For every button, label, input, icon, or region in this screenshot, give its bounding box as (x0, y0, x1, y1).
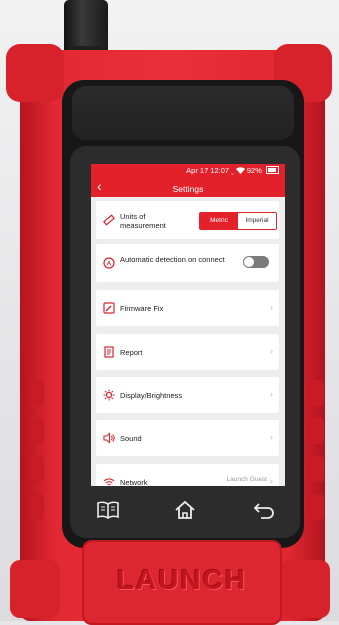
battery-icon (266, 166, 279, 174)
wifi-icon (103, 476, 115, 486)
wifi-icon (235, 166, 247, 175)
side-grip (310, 494, 324, 520)
app-header: Apr 17 12:07 ˬ 92% ‹ Settings (91, 164, 285, 197)
sound-row[interactable]: Sound › (96, 420, 279, 456)
status-bar: Apr 17 12:07 ˬ 92% (186, 166, 279, 175)
display-label: Display/Brightness (120, 391, 183, 400)
home-icon[interactable] (171, 496, 199, 524)
wrench-icon (103, 302, 115, 314)
brightness-icon (103, 389, 115, 401)
auto-detect-toggle[interactable] (243, 256, 269, 268)
units-segmented-control: Metric Imperial (199, 212, 277, 230)
report-label: Report (120, 348, 143, 357)
side-grip (30, 418, 44, 444)
side-grip (30, 456, 44, 482)
return-icon[interactable] (250, 496, 278, 524)
speaker-icon (103, 432, 115, 444)
hardware-keys (70, 486, 300, 538)
side-grip (310, 380, 324, 406)
corner-bumper-bottom-right (280, 560, 330, 618)
ruler-icon (103, 214, 115, 226)
book-icon[interactable] (94, 496, 122, 524)
imperial-option[interactable]: Imperial (238, 213, 276, 229)
status-datetime: Apr 17 12:07 (186, 166, 230, 175)
units-label: Units of measurement (120, 212, 166, 230)
svg-text:A: A (107, 261, 112, 268)
auto-detect-label: Automatic detection on connect (120, 255, 225, 264)
network-row[interactable]: Network Launch Guest › (96, 464, 279, 486)
corner-bumper-bottom-left (10, 560, 60, 618)
chevron-right-icon: › (270, 302, 273, 312)
auto-detect-row[interactable]: A Automatic detection on connect (96, 244, 279, 282)
units-row: Units of measurement Metric Imperial (96, 201, 279, 239)
speaker-panel (72, 86, 294, 140)
battery-percent: 92% (246, 166, 262, 175)
side-grip (30, 380, 44, 406)
metric-option[interactable]: Metric (200, 213, 238, 229)
network-label: Network (120, 478, 148, 486)
firmware-label: Firmware Fix (120, 304, 164, 313)
chevron-right-icon: › (270, 346, 273, 356)
side-grip (30, 494, 44, 520)
display-row[interactable]: Display/Brightness › (96, 377, 279, 413)
network-value: Launch Guest (226, 476, 267, 483)
corner-bumper-top-left (6, 44, 64, 102)
chevron-right-icon: › (270, 432, 273, 442)
sound-label: Sound (120, 434, 142, 443)
report-row[interactable]: Report › (96, 334, 279, 370)
auto-detect-icon: A (103, 257, 115, 269)
firmware-row[interactable]: Firmware Fix › (96, 290, 279, 326)
antenna (64, 0, 108, 52)
side-grip (310, 456, 324, 482)
signal-icon: ˬ (231, 166, 234, 175)
brand-logo: LAUNCH (116, 564, 248, 595)
chevron-right-icon: › (270, 476, 273, 486)
logo-plate: LAUNCH (82, 540, 282, 625)
chevron-right-icon: › (270, 389, 273, 399)
page-title: Settings (172, 184, 204, 194)
side-grip (310, 418, 324, 444)
settings-screen: Apr 17 12:07 ˬ 92% ‹ Settings Units of m… (91, 164, 285, 486)
report-icon (103, 346, 115, 358)
